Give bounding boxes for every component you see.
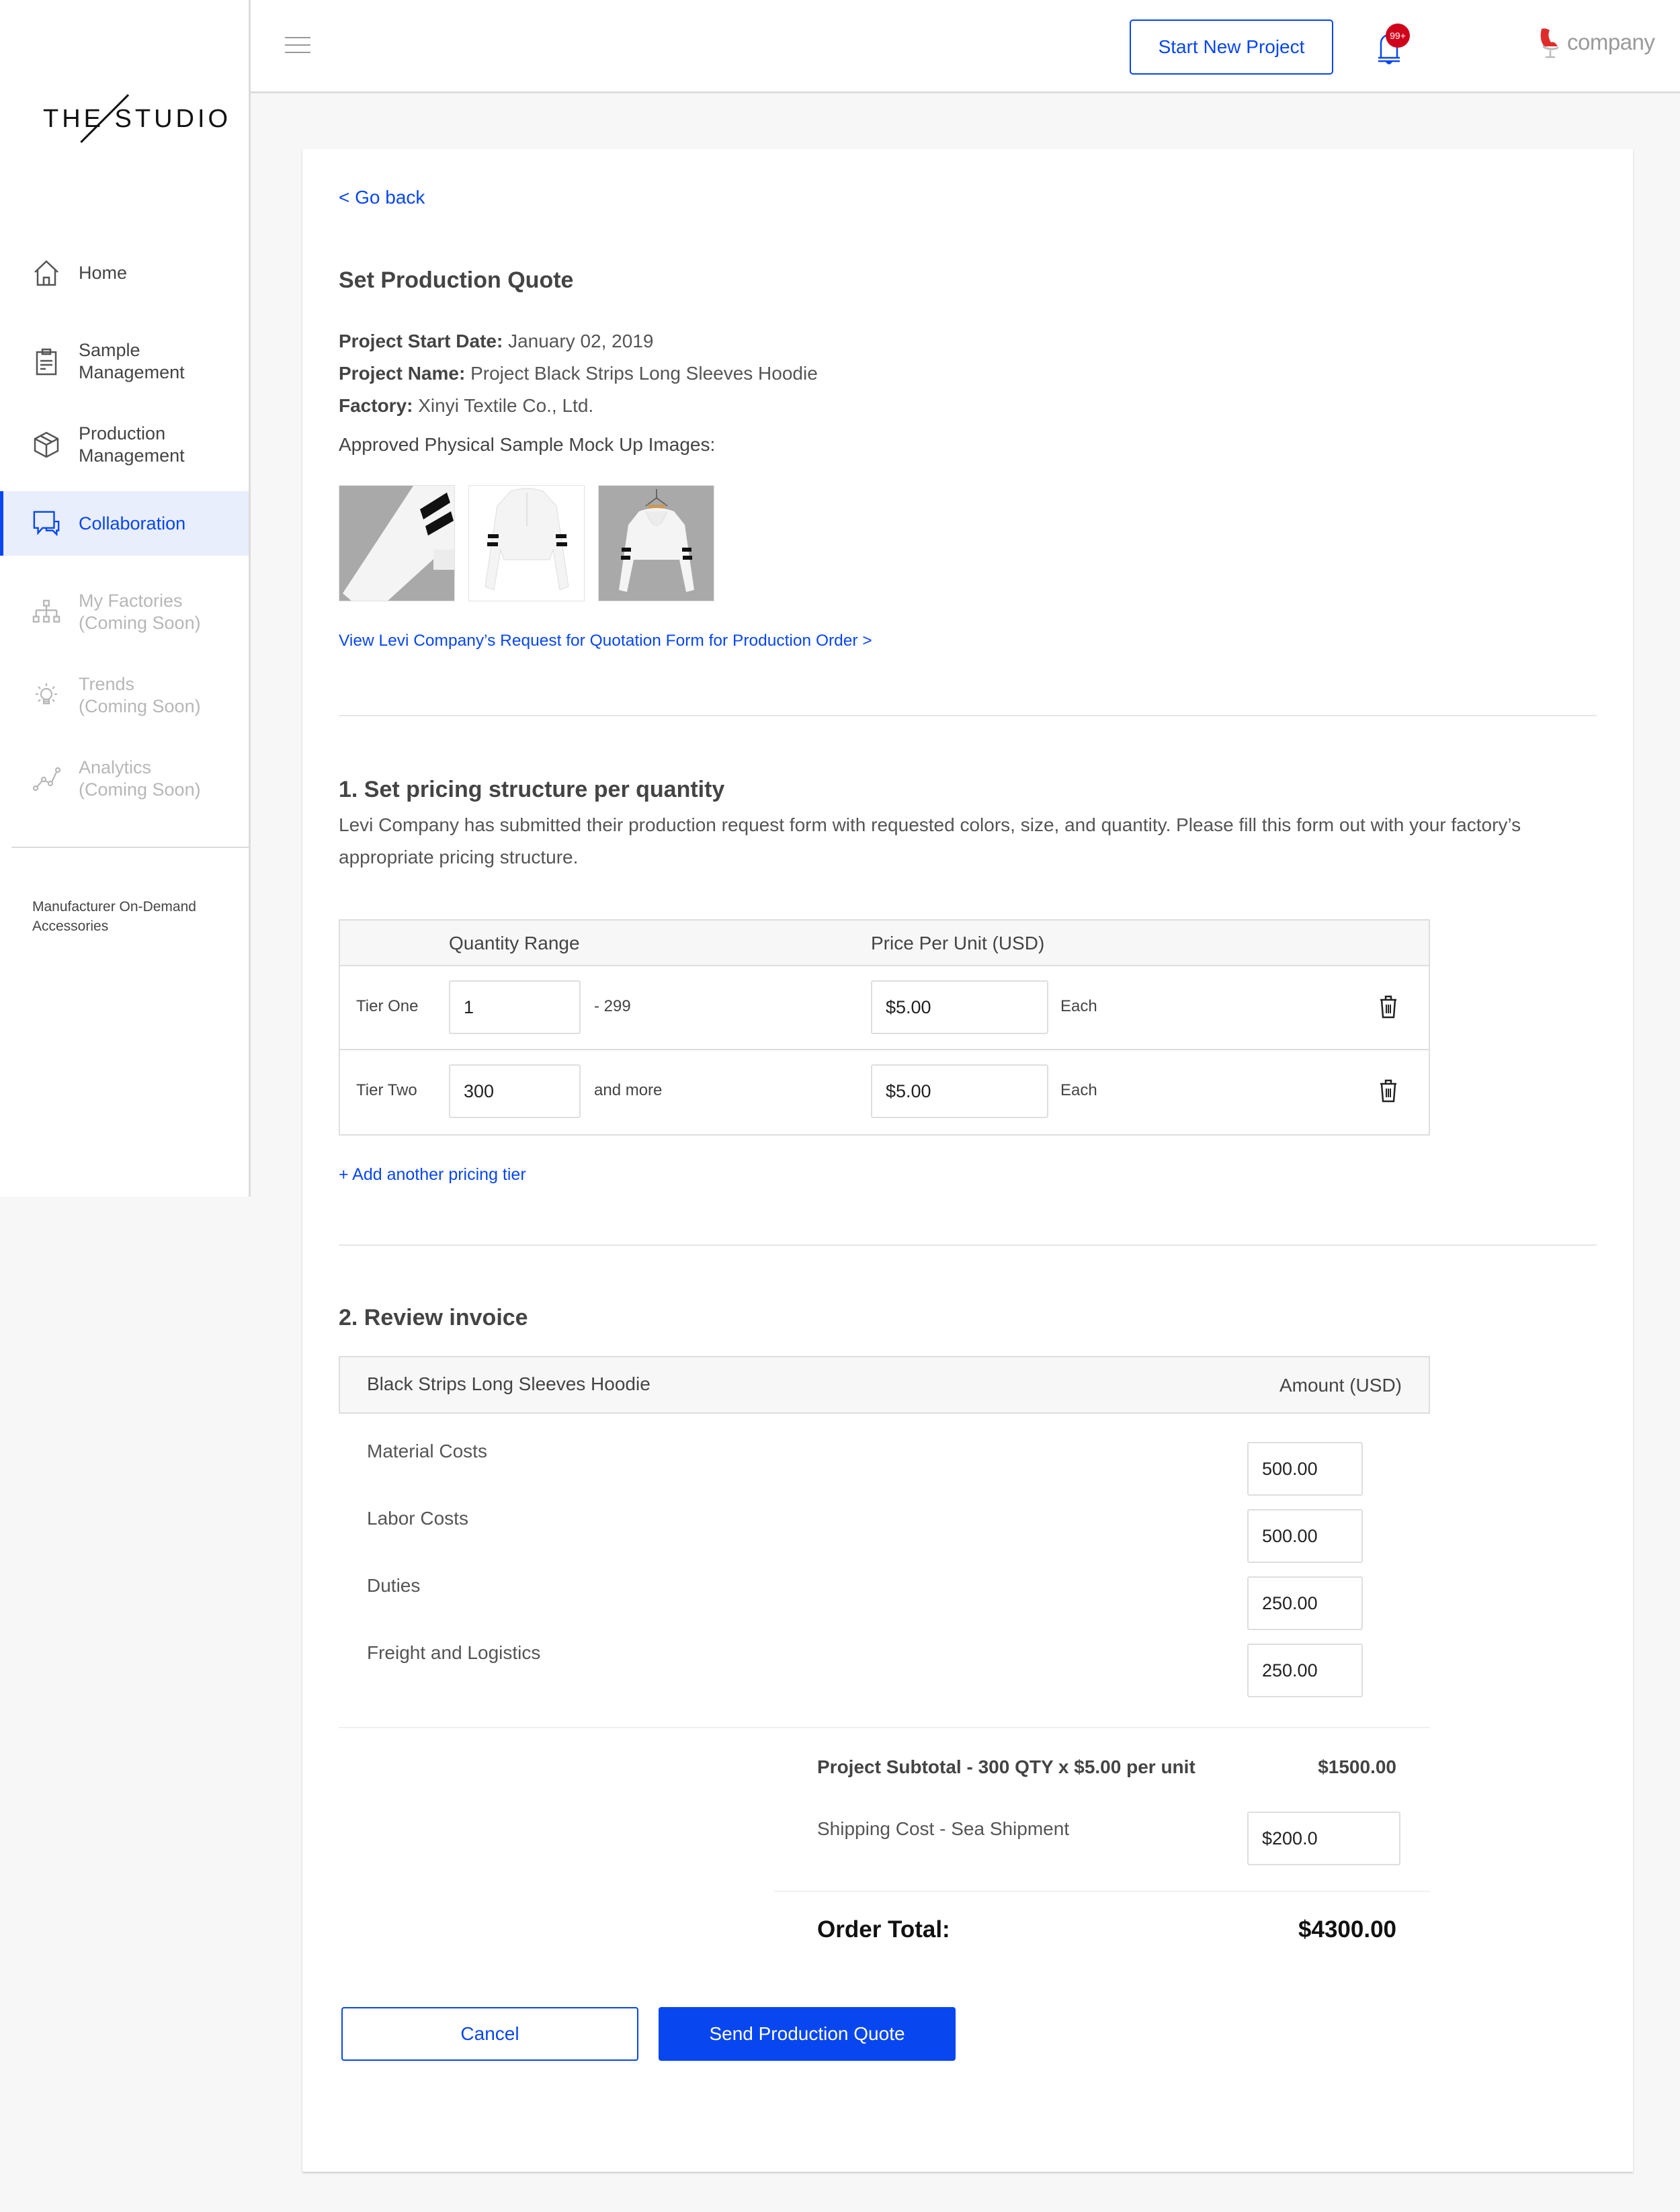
order-total-value: $4300.00 bbox=[1298, 1916, 1396, 1943]
egg-chair-icon bbox=[1540, 28, 1559, 58]
project-name-label: Project Name: bbox=[339, 363, 466, 384]
sidebar-item-home[interactable]: Home bbox=[0, 241, 249, 305]
sidebar-item-label: Analytics (Coming Soon) bbox=[79, 757, 201, 800]
sidebar-item-label: Sample Management bbox=[79, 340, 185, 382]
go-back-link[interactable]: < Go back bbox=[339, 187, 425, 208]
sidebar-item-sample-management[interactable]: Sample Management bbox=[0, 325, 249, 398]
invoice-section-title: 2. Review invoice bbox=[339, 1305, 528, 1330]
pricing-tier-row: Tier One 1 - 299 $5.00 Each bbox=[340, 966, 1429, 1050]
sidebar-item-analytics[interactable]: Analytics (Coming Soon) bbox=[0, 742, 249, 816]
invoice-amount-header: Amount (USD) bbox=[1279, 1375, 1402, 1396]
top-header: Start New Project 99+ company ML bbox=[251, 0, 1680, 93]
add-pricing-tier-link[interactable]: + Add another pricing tier bbox=[339, 1165, 526, 1185]
mockup-image-front[interactable] bbox=[468, 485, 585, 601]
clipboard-icon bbox=[32, 347, 60, 376]
order-total-label: Order Total: bbox=[817, 1916, 950, 1943]
sidebar-item-label: Trends (Coming Soon) bbox=[79, 674, 201, 716]
invoice-line-label: Labor Costs bbox=[367, 1508, 468, 1529]
project-name-value: Project Black Strips Long Sleeves Hoodie bbox=[465, 363, 818, 384]
tier-unit-label: Each bbox=[1060, 1081, 1097, 1099]
sidebar-item-label: Production Management bbox=[79, 423, 185, 466]
home-icon bbox=[32, 259, 60, 287]
delete-tier-trash-icon[interactable] bbox=[1378, 994, 1398, 1019]
rfq-form-link[interactable]: View Levi Company’s Request for Quotatio… bbox=[339, 632, 872, 650]
hamburger-menu-icon[interactable] bbox=[285, 37, 310, 56]
factory-label: Factory: bbox=[339, 395, 413, 416]
shipping-label: Shipping Cost - Sea Shipment bbox=[817, 1818, 1070, 1839]
labor-costs-input[interactable]: 500.00 bbox=[1247, 1509, 1363, 1563]
freight-logistics-input[interactable]: 250.00 bbox=[1247, 1644, 1363, 1697]
pricing-tier-table: Quantity Range Price Per Unit (USD) Tier… bbox=[339, 919, 1430, 1136]
tier-quantity-input[interactable]: 300 bbox=[449, 1064, 581, 1118]
tier-unit-label: Each bbox=[1060, 997, 1097, 1015]
mockup-image-sleeve[interactable] bbox=[339, 485, 455, 601]
subtotal-label: Project Subtotal - 300 QTY x $5.00 per u… bbox=[817, 1756, 1195, 1777]
section-divider bbox=[339, 715, 1597, 716]
invoice-table-header: Black Strips Long Sleeves Hoodie Amount … bbox=[339, 1356, 1430, 1414]
total-divider bbox=[774, 1891, 1430, 1892]
invoice-line-label: Duties bbox=[367, 1575, 421, 1596]
tier-name: Tier Two bbox=[356, 1081, 417, 1099]
project-start-date: Project Start Date: January 02, 2019 bbox=[339, 325, 818, 357]
section-divider bbox=[339, 1244, 1597, 1246]
pricing-description: Levi Company has submitted their product… bbox=[339, 814, 1521, 867]
lightbulb-icon bbox=[32, 681, 60, 710]
mockup-image-back[interactable] bbox=[598, 485, 714, 601]
notification-badge: 99+ bbox=[1386, 24, 1410, 48]
start-date-label: Project Start Date: bbox=[339, 331, 503, 351]
tier-range-suffix: - 299 bbox=[594, 997, 631, 1015]
factory-value: Xinyi Textile Co., Ltd. bbox=[413, 395, 594, 416]
invoice-product-name: Black Strips Long Sleeves Hoodie bbox=[367, 1373, 650, 1394]
invoice-divider bbox=[339, 1727, 1430, 1728]
start-date-value: January 02, 2019 bbox=[503, 331, 654, 351]
sidebar-item-label: Collaboration bbox=[79, 513, 186, 534]
invoice-line-label: Material Costs bbox=[367, 1441, 487, 1461]
box-icon bbox=[32, 431, 60, 459]
sidebar-item-label: My Factories (Coming Soon) bbox=[79, 591, 201, 633]
sidebar-item-label: Home bbox=[79, 262, 128, 283]
project-name: Project Name: Project Black Strips Long … bbox=[339, 357, 818, 390]
mockup-images-label: Approved Physical Sample Mock Up Images: bbox=[339, 434, 716, 455]
production-quote-card: < Go back Set Production Quote Project S… bbox=[302, 149, 1633, 2172]
mockup-image-gallery bbox=[339, 485, 714, 601]
company-name: company bbox=[1567, 30, 1655, 54]
pricing-table-header: Quantity Range Price Per Unit (USD) bbox=[340, 921, 1429, 966]
project-meta: Project Start Date: January 02, 2019 Pro… bbox=[339, 325, 818, 422]
pricing-section-title: 1. Set pricing structure per quantity bbox=[339, 777, 725, 802]
invoice-line-label: Freight and Logistics bbox=[367, 1642, 541, 1663]
analytics-icon bbox=[32, 765, 60, 793]
tier-quantity-input[interactable]: 1 bbox=[449, 980, 581, 1034]
chat-icon bbox=[32, 509, 60, 538]
sidebar-footer-text: Manufacturer On-Demand Accessories bbox=[32, 899, 196, 934]
company-logo: company bbox=[1538, 26, 1655, 59]
sidebar-nav: Home Sample Management Production Manage… bbox=[0, 241, 249, 825]
subtotal-value: $1500.00 bbox=[1318, 1756, 1396, 1777]
quantity-range-header: Quantity Range bbox=[449, 933, 580, 953]
send-production-quote-button[interactable]: Send Production Quote bbox=[659, 2007, 956, 2061]
tier-name: Tier One bbox=[356, 997, 419, 1015]
page-title: Set Production Quote bbox=[339, 267, 574, 293]
tier-range-suffix: and more bbox=[594, 1081, 663, 1099]
factory: Factory: Xinyi Textile Co., Ltd. bbox=[339, 390, 818, 422]
sidebar-divider bbox=[11, 847, 249, 848]
delete-tier-trash-icon[interactable] bbox=[1378, 1078, 1398, 1103]
logo-text: THE STUDIO bbox=[43, 105, 232, 133]
tier-price-input[interactable]: $5.00 bbox=[871, 980, 1048, 1034]
cancel-button[interactable]: Cancel bbox=[341, 2007, 638, 2061]
sidebar-item-production-management[interactable]: Production Management bbox=[0, 408, 249, 482]
material-costs-input[interactable]: 500.00 bbox=[1247, 1442, 1363, 1496]
org-chart-icon bbox=[32, 598, 60, 626]
pricing-tier-row: Tier Two 300 and more $5.00 Each bbox=[340, 1050, 1429, 1134]
sidebar-item-trends[interactable]: Trends (Coming Soon) bbox=[0, 658, 249, 732]
start-new-project-button[interactable]: Start New Project bbox=[1130, 19, 1333, 75]
duties-input[interactable]: 250.00 bbox=[1247, 1576, 1363, 1630]
price-per-unit-header: Price Per Unit (USD) bbox=[871, 933, 1045, 953]
sidebar: THE STUDIO Home Sample Management Produc… bbox=[0, 0, 251, 1197]
shipping-cost-input[interactable]: $200.0 bbox=[1247, 1812, 1400, 1865]
tier-price-input[interactable]: $5.00 bbox=[871, 1064, 1048, 1118]
sidebar-item-my-factories[interactable]: My Factories (Coming Soon) bbox=[0, 575, 249, 649]
studio-logo[interactable]: THE STUDIO bbox=[43, 94, 228, 148]
sidebar-item-collaboration[interactable]: Collaboration bbox=[0, 491, 249, 556]
